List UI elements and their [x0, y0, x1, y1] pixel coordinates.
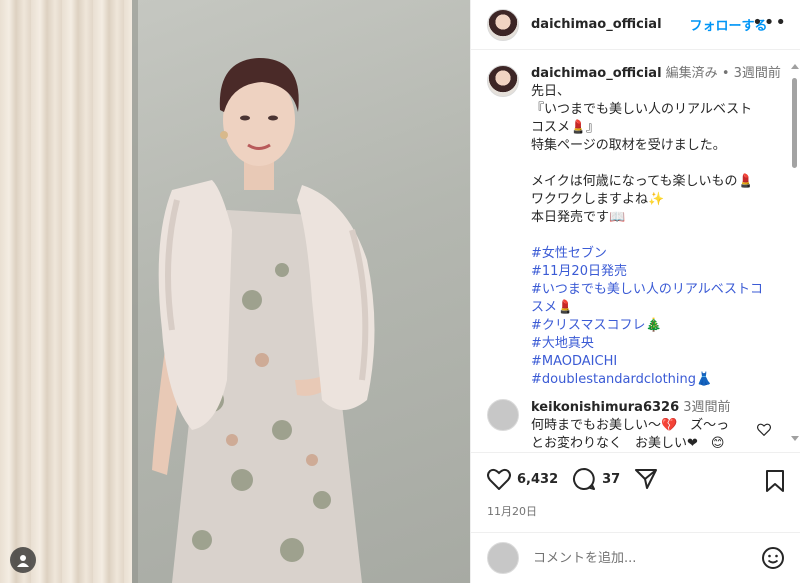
caption-line: 先日、 — [531, 84, 571, 99]
author-avatar[interactable] — [487, 8, 519, 41]
meta-separator: • — [721, 66, 730, 81]
comments-scroll-area[interactable]: daichimao_official 編集済み • 3週間前 先日、 『いつまで… — [471, 51, 800, 451]
caption-line: メイクは何歳になっても楽しいもの💄 — [531, 174, 754, 189]
like-button[interactable]: 6,432 — [487, 468, 558, 490]
caption-time[interactable]: 3週間前 — [734, 66, 781, 81]
scrollbar[interactable] — [790, 64, 799, 444]
comment-text: とお変わりなく お美しい❤ 😊 — [531, 436, 725, 451]
post-caption: daichimao_official 編集済み • 3週間前 先日、 『いつまで… — [471, 51, 800, 389]
bookmark-icon[interactable] — [765, 469, 785, 493]
comment-body: keikonishimura6326 3週間前 何時までもお美しい〜💔 ズ〜っ … — [531, 399, 751, 451]
post-photo[interactable] — [0, 0, 470, 583]
action-bar: 6,432 37 11月20日 — [471, 452, 800, 532]
send-icon — [635, 469, 658, 489]
tagged-users-icon[interactable] — [10, 547, 36, 573]
hashtag-link[interactable]: #doublestandardclothing👗 — [531, 371, 785, 389]
like-count: 6,432 — [517, 471, 559, 487]
commenter-avatar[interactable] — [487, 399, 519, 431]
caption-meta: daichimao_official 編集済み • 3週間前 — [531, 65, 785, 83]
smiley-icon[interactable] — [761, 546, 785, 570]
comment-input[interactable] — [533, 550, 753, 566]
more-dots-icon[interactable]: ••• — [752, 14, 787, 32]
hashtag-link[interactable]: スメ💄 — [531, 299, 785, 317]
scroll-up-arrow[interactable] — [791, 64, 799, 69]
hashtag-link[interactable]: #クリスマスコフレ🎄 — [531, 317, 785, 335]
post-sidebar: daichimao_official フォローする ••• daichimao_… — [470, 0, 800, 583]
current-user-avatar — [487, 542, 519, 574]
comment-count: 37 — [602, 471, 621, 487]
caption-line: 本日発売です📖 — [531, 210, 626, 225]
comment-heart-icon[interactable] — [757, 423, 771, 436]
add-comment-bar — [471, 532, 800, 583]
hashtag-link[interactable]: #11月20日発売 — [531, 263, 785, 281]
hashtag-link[interactable]: #MAODAICHI — [531, 353, 785, 371]
caption-body: daichimao_official 編集済み • 3週間前 先日、 『いつまで… — [531, 65, 785, 389]
scroll-down-arrow[interactable] — [791, 436, 799, 441]
post-date[interactable]: 11月20日 — [471, 491, 800, 519]
scroll-thumb[interactable] — [792, 78, 797, 168]
caption-line: 『いつまでも美しい人のリアルベスト — [531, 102, 753, 117]
comment-button[interactable]: 37 — [572, 467, 620, 491]
share-button[interactable] — [634, 467, 658, 491]
hashtag-link[interactable]: #いつまでも美しい人のリアルベストコ — [531, 281, 785, 299]
commenter-username[interactable]: keikonishimura6326 — [531, 400, 679, 415]
caption-line: 特集ページの取材を受けました。 — [531, 138, 726, 153]
edited-label: 編集済み — [665, 66, 718, 81]
comment-time[interactable]: 3週間前 — [683, 400, 730, 415]
comment-bubble-icon — [573, 468, 596, 490]
caption-username[interactable]: daichimao_official — [531, 66, 662, 81]
hashtag-link[interactable]: #大地真央 — [531, 335, 785, 353]
caption-avatar[interactable] — [487, 65, 519, 97]
heart-icon — [487, 468, 511, 490]
caption-line: コスメ💄』 — [531, 120, 600, 135]
action-row: 6,432 37 — [471, 453, 800, 493]
author-username[interactable]: daichimao_official — [531, 17, 662, 32]
comment-item: keikonishimura6326 3週間前 何時までもお美しい〜💔 ズ〜っ … — [471, 389, 800, 451]
curtain-background — [0, 0, 132, 583]
woman-figure — [152, 58, 375, 583]
hashtag-link[interactable]: #女性セブン — [531, 245, 785, 263]
comment-text: 何時までもお美しい〜💔 ズ〜っ — [531, 418, 730, 433]
post-header: daichimao_official フォローする ••• — [471, 0, 800, 50]
caption-line: ワクワクしますよね✨ — [531, 192, 665, 207]
